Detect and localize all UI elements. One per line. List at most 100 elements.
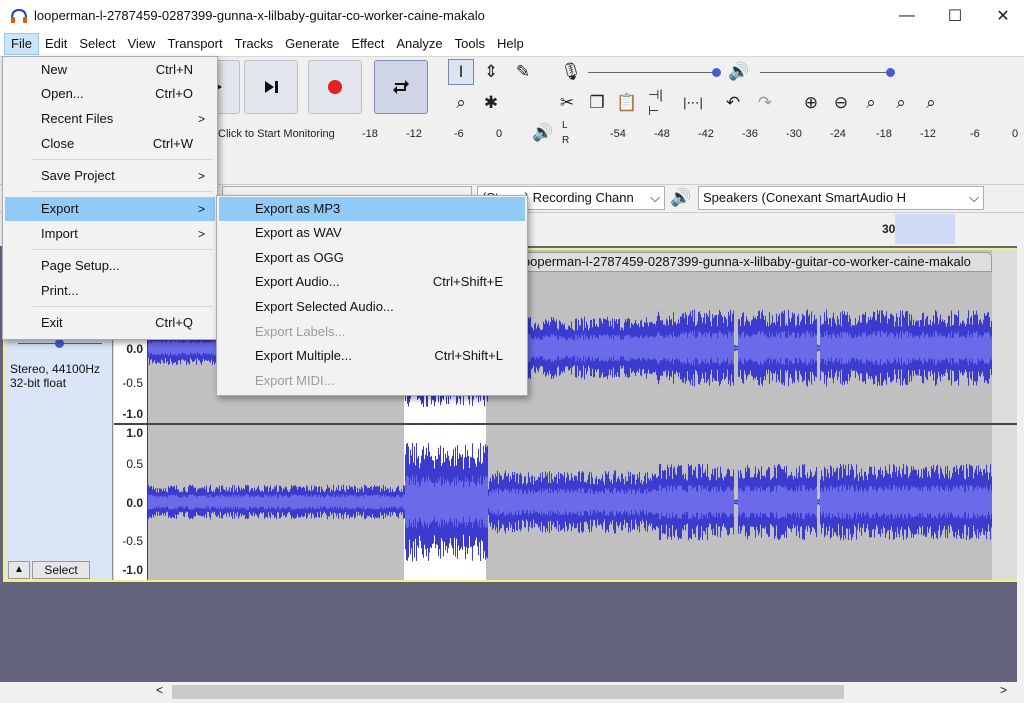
horizontal-scroll-thumb[interactable] [172, 685, 844, 699]
menu-separator [33, 159, 213, 160]
speaker-device-icon: 🔊 [670, 188, 692, 207]
silence-audio-icon[interactable]: |⋯| [680, 90, 706, 116]
fit-selection-icon[interactable]: ⌕ [858, 90, 884, 116]
envelope-tool-icon[interactable]: ⇕ [478, 59, 504, 85]
menu-file[interactable]: File [4, 33, 39, 55]
menu-select[interactable]: Select [73, 33, 121, 55]
scale-label: 1.0 [126, 426, 143, 440]
track-select-button[interactable]: Select [32, 561, 90, 579]
track-info-rate: Stereo, 44100Hz [10, 362, 101, 376]
multi-tool-icon[interactable]: ✱ [478, 90, 504, 116]
menu-tools[interactable]: Tools [449, 33, 491, 55]
scale-label: -0.5 [122, 534, 143, 548]
play-meter-tick: -54 [610, 128, 626, 140]
close-button[interactable]: ✕ [980, 0, 1024, 32]
scroll-left-icon[interactable]: < [156, 683, 163, 697]
playback-device-dropdown[interactable]: Speakers (Conexant SmartAudio H ⌵ [698, 186, 984, 210]
timeline-selection [895, 214, 955, 244]
playback-meter-speaker-icon[interactable]: 🔊 [530, 120, 556, 146]
menu-item-print[interactable]: Print... [5, 279, 215, 303]
menu-item-export-ogg[interactable]: Export as OGG [219, 246, 525, 270]
zoom-tool-icon[interactable]: ⌕ [448, 90, 474, 116]
menu-item-page-setup[interactable]: Page Setup... [5, 254, 215, 278]
monitor-hint[interactable]: Click to Start Monitoring [218, 128, 335, 140]
zoom-out-icon[interactable]: ⊖ [828, 90, 854, 116]
scale-label: -1.0 [122, 407, 143, 421]
play-meter-tick: -36 [742, 128, 758, 140]
menu-item-export-mp3[interactable]: Export as MP3 [219, 197, 525, 221]
speaker-icon: 🔊 [728, 62, 750, 81]
chevron-right-icon: > [197, 169, 205, 183]
menu-help[interactable]: Help [491, 33, 530, 55]
undo-icon[interactable]: ↶ [720, 90, 746, 116]
chevron-right-icon: > [197, 227, 205, 241]
play-meter-tick: -24 [830, 128, 846, 140]
menu-item-exit[interactable]: Exit Ctrl+Q [5, 311, 215, 335]
pan-knob[interactable] [55, 339, 64, 348]
zoom-toggle-icon[interactable]: ⌕ [918, 90, 944, 116]
fit-project-icon[interactable]: ⌕ [888, 90, 914, 116]
record-meter-tick: -6 [454, 128, 464, 140]
playback-volume-slider[interactable] [760, 72, 892, 73]
menu-item-new[interactable]: New Ctrl+N [5, 58, 215, 82]
collapse-track-button[interactable]: ▲ [8, 561, 30, 579]
menu-separator [33, 191, 213, 192]
cut-icon[interactable]: ✂ [554, 90, 580, 116]
recording-volume-slider[interactable] [588, 72, 720, 73]
menu-transport[interactable]: Transport [161, 33, 228, 55]
menu-item-import[interactable]: Import > [5, 222, 215, 246]
waveform-channel [148, 442, 992, 562]
menu-view[interactable]: View [122, 33, 162, 55]
menu-edit[interactable]: Edit [39, 33, 73, 55]
draw-tool-icon[interactable]: ✎ [510, 59, 536, 85]
playback-device-value: Speakers (Conexant SmartAudio H [703, 190, 907, 205]
menu-analyze[interactable]: Analyze [390, 33, 448, 55]
maximize-button[interactable]: ☐ [932, 0, 978, 32]
recording-volume-knob[interactable] [712, 68, 721, 77]
selection-tool-icon[interactable]: I [448, 59, 474, 85]
chevron-down-icon: ⌵ [969, 190, 979, 205]
record-meter-tick: -18 [362, 128, 378, 140]
scale-label: 0.0 [126, 496, 143, 510]
menu-generate[interactable]: Generate [279, 33, 345, 55]
redo-icon[interactable]: ↷ [752, 90, 778, 116]
menu-item-export-selected-audio[interactable]: Export Selected Audio... [219, 295, 525, 319]
clip-title-bar[interactable]: looperman-l-2787459-0287399-gunna-x-lilb… [505, 252, 992, 272]
record-meter-tick: -12 [406, 128, 422, 140]
scale-label: -0.5 [122, 376, 143, 390]
window-title: looperman-l-2787459-0287399-gunna-x-lilb… [34, 8, 485, 23]
loop-button[interactable] [374, 60, 428, 114]
file-menu: New Ctrl+N Open... Ctrl+O Recent Files > Cl… [2, 56, 218, 340]
zoom-in-icon[interactable]: ⊕ [798, 90, 824, 116]
skip-to-end-button[interactable] [244, 60, 298, 114]
play-meter-tick: -48 [654, 128, 670, 140]
menu-item-recent-files[interactable]: Recent Files > [5, 107, 215, 131]
meter-left-label: L [562, 120, 568, 131]
empty-track-space[interactable] [0, 586, 1024, 682]
export-submenu: Export as MP3 Export as WAV Export as OG… [216, 195, 528, 396]
playback-volume-knob[interactable] [886, 68, 895, 77]
menu-item-export-audio[interactable]: Export Audio... Ctrl+Shift+E [219, 270, 525, 294]
menu-separator [33, 249, 213, 250]
menu-item-open[interactable]: Open... Ctrl+O [5, 82, 215, 106]
play-meter-tick: -42 [698, 128, 714, 140]
record-button[interactable] [308, 60, 362, 114]
menu-item-save-project[interactable]: Save Project > [5, 164, 215, 188]
vertical-scrollbar[interactable] [1017, 246, 1024, 682]
skip-end-icon [265, 81, 278, 93]
trim-audio-icon[interactable]: ⊣|⊢ [648, 87, 674, 118]
play-meter-tick: -30 [786, 128, 802, 140]
audacity-app-icon [11, 8, 27, 23]
menu-item-export-midi: Export MIDI... [255, 373, 335, 388]
paste-icon[interactable]: 📋 [614, 90, 640, 116]
copy-icon[interactable]: ❐ [584, 90, 610, 116]
menu-tracks[interactable]: Tracks [229, 33, 280, 55]
meter-right-label: R [562, 135, 570, 146]
minimize-button[interactable]: — [884, 0, 930, 32]
menu-item-export-wav[interactable]: Export as WAV [219, 221, 525, 245]
menu-item-export-multiple[interactable]: Export Multiple... Ctrl+Shift+L [219, 344, 525, 368]
menu-item-export[interactable]: Export > [5, 197, 215, 221]
menu-item-close[interactable]: Close Ctrl+W [5, 132, 215, 156]
scroll-right-icon[interactable]: > [1000, 683, 1007, 697]
menu-effect[interactable]: Effect [345, 33, 390, 55]
